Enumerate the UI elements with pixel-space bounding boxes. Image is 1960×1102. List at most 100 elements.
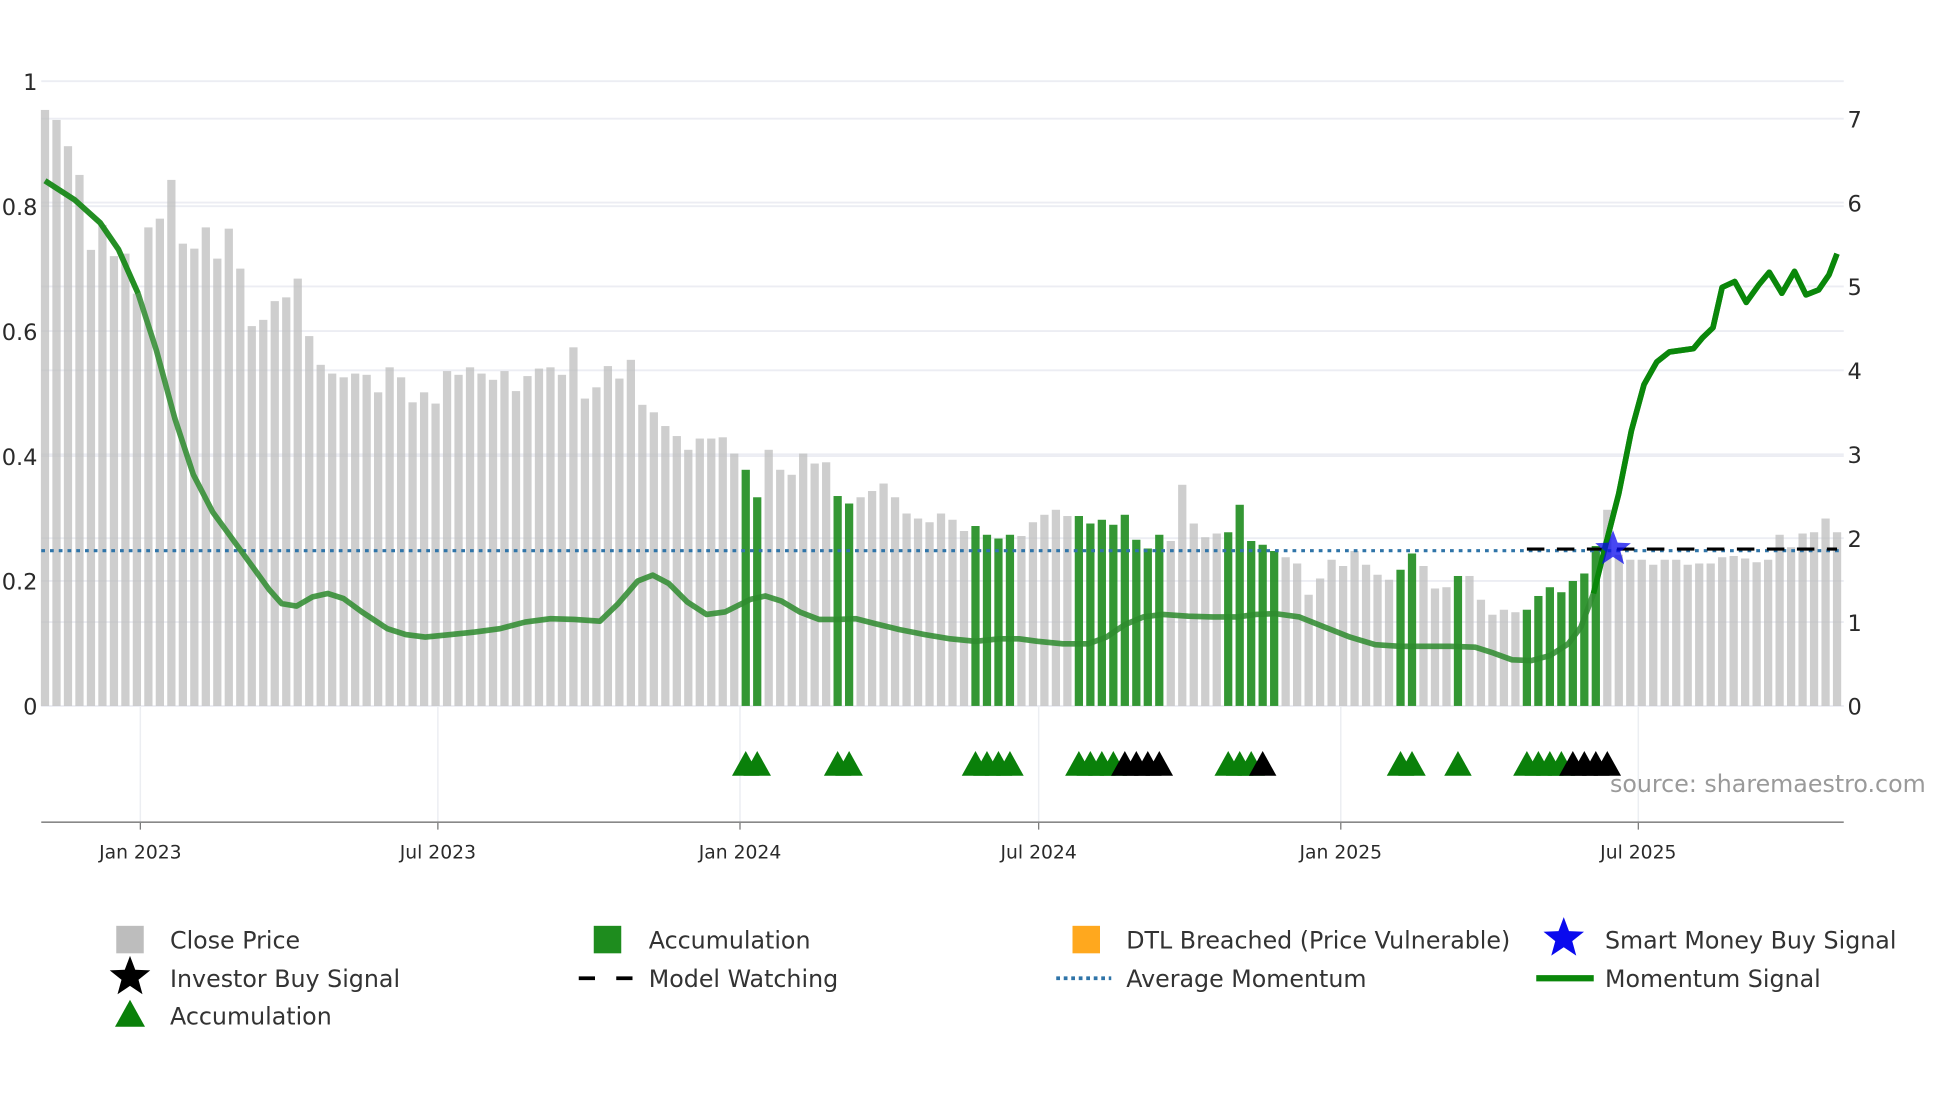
close-price-bar [1419, 565, 1428, 706]
close-price-bar [534, 368, 544, 706]
close-price-bar [1201, 537, 1210, 706]
close-price-bar [1304, 594, 1313, 706]
left-tick-label: 1 [23, 70, 37, 96]
accumulation-bar [971, 526, 980, 706]
close-price-bar [1166, 541, 1175, 706]
right-tick-label: 0 [1848, 695, 1862, 721]
x-tick-label: Jan 2024 [698, 842, 782, 863]
left-tick-label: 0.6 [2, 320, 38, 346]
legend-label: Model Watching [649, 965, 838, 993]
legend-label: DTL Breached (Price Vulnerable) [1126, 926, 1510, 954]
close-price-bar [592, 387, 601, 706]
close-price-bar [247, 326, 256, 706]
accumulation-bar [994, 538, 1003, 706]
close-price-bar [902, 513, 911, 706]
close-price-bar [488, 379, 498, 706]
close-price-bar [615, 378, 624, 706]
accumulation-bar [1155, 534, 1164, 706]
close-price-bar [1706, 563, 1715, 706]
close-price-bar [1786, 547, 1796, 706]
legend-label: Accumulation [170, 1003, 332, 1031]
close-price-bar [776, 469, 785, 706]
close-price-bar [132, 293, 142, 706]
close-price-bar [1350, 551, 1359, 706]
close-price-bar [305, 336, 314, 706]
close-price-bar [718, 437, 727, 706]
accumulation-bar [753, 497, 762, 706]
close-price-bar [1660, 559, 1669, 706]
close-price-bar [1178, 484, 1187, 706]
close-price-bar [1051, 509, 1061, 706]
close-price-bar [201, 227, 210, 706]
close-price-bar [856, 497, 865, 706]
accumulation-bar [1407, 553, 1417, 706]
close-price-bar [672, 436, 681, 706]
accumulation-bar [1143, 548, 1152, 706]
close-price-bar [75, 174, 84, 706]
accumulation-bar [1097, 519, 1106, 706]
close-price-bar [282, 297, 291, 706]
legend-label: Close Price [170, 926, 300, 954]
close-price-bar [936, 513, 946, 706]
close-price-bar [1361, 564, 1371, 706]
right-tick-label: 2 [1848, 527, 1862, 553]
close-price-bar [224, 228, 233, 706]
close-price-bar [155, 218, 164, 706]
close-price-bar [121, 253, 130, 706]
close-price-bar [362, 374, 371, 706]
close-price-bar [511, 391, 521, 706]
accumulation-triangle-icon [115, 999, 145, 1027]
close-price-bar [638, 404, 647, 706]
momentum-chart: 0 0.2 0.4 0.6 0.8 1 0 1 2 3 4 5 6 7 Jan 2023 Jul 2023 Ja… [2, 70, 1926, 1031]
close-price-bar [1626, 559, 1635, 706]
close-price-bar [465, 367, 475, 706]
close-price-bar [1614, 554, 1623, 706]
close-price-bar [1775, 534, 1784, 706]
close-price-bar [63, 146, 73, 706]
left-tick-label: 0.4 [2, 445, 38, 471]
close-price-bar [1752, 562, 1761, 706]
close-price-bar [707, 438, 716, 706]
close-price-bar [52, 119, 61, 706]
accumulation-bar [845, 503, 854, 706]
close-price-bar [867, 491, 877, 706]
accumulation-bar [1005, 534, 1015, 706]
close-price-bar [144, 227, 153, 706]
accumulation-bar [741, 469, 750, 706]
close-price-bar [948, 519, 957, 706]
close-price-bar [1063, 516, 1072, 706]
close-price-bar [316, 364, 325, 706]
close-price-bar [1672, 559, 1681, 706]
legend-label: Average Momentum [1126, 965, 1366, 993]
close-price-bar [1741, 558, 1750, 706]
investor-buy-star-icon [109, 955, 151, 995]
close-price-bar [684, 449, 693, 706]
x-tick-label: Jan 2023 [98, 842, 182, 863]
close-price-bar [1729, 555, 1738, 706]
close-price-bar [442, 371, 452, 706]
close-price-bar [1683, 564, 1692, 706]
left-tick-label: 0 [23, 695, 37, 721]
right-tick-label: 5 [1848, 275, 1862, 301]
close-price-bar [213, 258, 222, 706]
close-price-bar [86, 249, 96, 706]
right-tick-label: 7 [1848, 107, 1862, 133]
legend-label: Investor Buy Signal [170, 965, 400, 993]
close-price-bar [1718, 557, 1727, 706]
close-price-bar [913, 518, 923, 706]
close-price-bar [695, 438, 704, 706]
close-price-bar [546, 367, 555, 706]
close-price-bar [454, 374, 463, 706]
close-price-bar [419, 392, 429, 706]
close-price-bar [1488, 614, 1497, 706]
close-price-bar [98, 224, 107, 706]
close-price-bar [109, 256, 119, 706]
close-price-bar [1293, 563, 1302, 706]
right-tick-label: 1 [1848, 611, 1862, 637]
accumulation-bar [1235, 504, 1244, 706]
close-price-bar [1373, 574, 1382, 706]
close-price-bar [822, 462, 831, 706]
close-price-bar [626, 359, 635, 706]
close-price-bar [408, 402, 417, 706]
source-label: source: sharemaestro.com [1610, 770, 1926, 798]
